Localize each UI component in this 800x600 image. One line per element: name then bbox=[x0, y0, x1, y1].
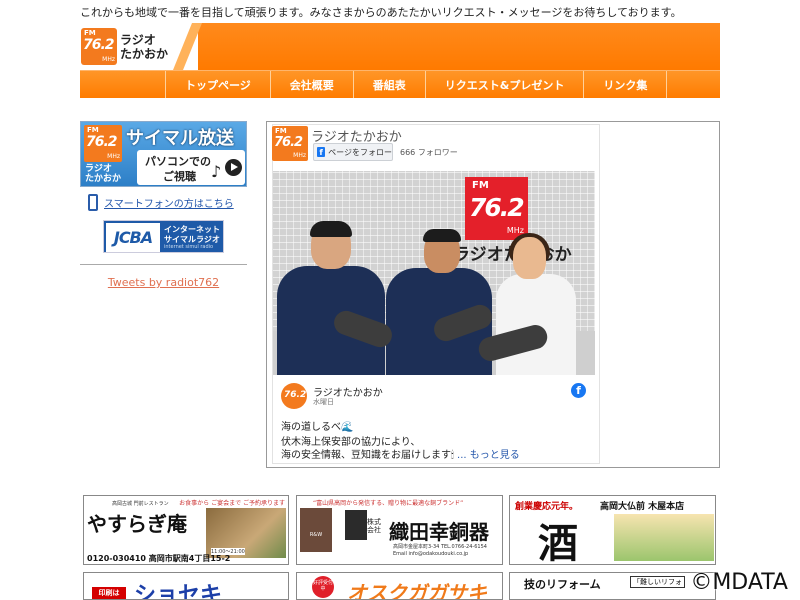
post-text-line: 海の安全情報、豆知識をお届けします🕯 ... もっと見る bbox=[281, 450, 520, 461]
post-author-avatar[interactable]: 76.2 bbox=[281, 383, 307, 409]
facebook-logo-icon[interactable]: f bbox=[571, 383, 586, 398]
watermark: ©MDATA bbox=[690, 570, 788, 595]
see-more-link[interactable]: ... もっと見る bbox=[457, 450, 520, 461]
nav-item-request[interactable]: リクエスト&プレゼント bbox=[424, 71, 584, 98]
post-text-line: 海の道しるべ🌊 bbox=[281, 422, 354, 433]
follow-page-button[interactable]: f ページをフォロー bbox=[313, 143, 393, 161]
site-tagline: これからも地域で一番を目指して頑張ります。みなさまからのあたたかいリクエスト・メ… bbox=[80, 6, 682, 19]
illustration-image bbox=[614, 514, 714, 561]
sidebar-divider bbox=[80, 264, 247, 265]
follower-count: 666 フォロワー bbox=[400, 148, 458, 157]
ad-banner-osuku[interactable]: 好評受付中 オスクガガサキ bbox=[296, 572, 503, 600]
ad-banner-reform[interactable]: 技のリフォーム 「難しいリフォ bbox=[509, 572, 716, 600]
product-image bbox=[345, 510, 367, 540]
station-logo[interactable]: FM 76.2 MHz bbox=[81, 28, 117, 65]
site-header: FM 76.2 MHz ラジオ たかおか bbox=[80, 23, 720, 70]
smartphone-link[interactable]: スマートフォンの方はこちら bbox=[104, 195, 234, 210]
main-nav: トップページ 会社概要 番組表 リクエスト&プレゼント リンク集 bbox=[80, 70, 720, 98]
ad-banner-odakou[interactable]: “富山県高岡から発信する、贈り物に最適な銅ブランド” R&W 株式 会社 織田幸… bbox=[296, 495, 503, 565]
smartphone-link-row: スマートフォンの方はこちら bbox=[88, 194, 234, 211]
smartphone-icon bbox=[88, 194, 98, 211]
nav-item-links[interactable]: リンク集 bbox=[583, 71, 668, 98]
simulcast-title: サイマル放送 bbox=[126, 128, 234, 149]
simulcast-banner[interactable]: FM 76.2 MHz サイマル放送 ラジオ たかおか パソコンでの ご視聴 ♪ bbox=[80, 121, 247, 187]
post-date[interactable]: 水曜日 bbox=[313, 397, 334, 407]
jcba-banner[interactable]: JCBA インターネット サイマルラジオ internet simul radi… bbox=[103, 220, 224, 253]
play-icon[interactable] bbox=[225, 159, 242, 176]
pc-listen-panel: パソコンでの ご視聴 ♪ bbox=[137, 150, 245, 185]
nav-item-top[interactable]: トップページ bbox=[165, 71, 270, 98]
ad-banner-yasuragi[interactable]: 高岡古城 門前レストラン お食事から ご宴会まで ご予約承ります やすらぎ庵 1… bbox=[83, 495, 289, 565]
studio-fm-logo: FM 76.2 MHz bbox=[465, 177, 528, 240]
station-name[interactable]: ラジオ たかおか bbox=[120, 33, 168, 61]
twitter-timeline-link[interactable]: Tweets by radiot762 bbox=[80, 276, 247, 289]
music-note-icon: ♪ bbox=[211, 162, 222, 181]
ad-banner-kiya[interactable]: 創業慶応元年。 高岡大仏前 木屋本店 酒 bbox=[509, 495, 716, 565]
product-image: R&W bbox=[300, 508, 332, 552]
simulcast-station: ラジオ たかおか bbox=[85, 164, 122, 184]
jcba-logo: JCBA bbox=[106, 223, 160, 252]
ad-banner-shoseki[interactable]: 印刷は ショセキ bbox=[83, 572, 289, 600]
post-photo[interactable]: FM 76.2 MHz ラジオたかおか bbox=[273, 171, 595, 375]
nav-item-company[interactable]: 会社概要 bbox=[269, 71, 353, 98]
station-logo-small: FM 76.2 MHz bbox=[84, 125, 122, 162]
nav-item-schedule[interactable]: 番組表 bbox=[352, 71, 425, 98]
facebook-page-avatar[interactable]: FM 76.2 MHz bbox=[272, 126, 308, 161]
facebook-icon: f bbox=[317, 147, 326, 157]
